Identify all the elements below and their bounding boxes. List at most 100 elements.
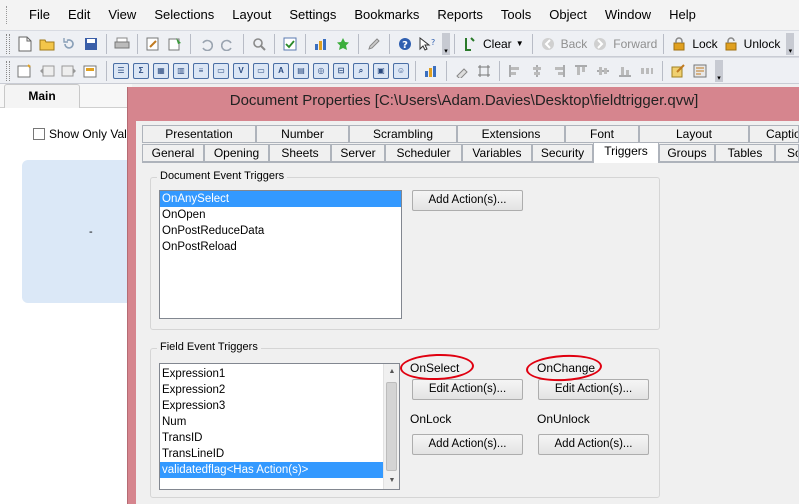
toolbar-overflow-icon[interactable]: ▾ [442, 32, 450, 55]
forward-arrow-icon[interactable] [591, 35, 609, 53]
format-painter-icon[interactable] [453, 62, 471, 80]
menu-object[interactable]: Object [540, 0, 596, 30]
context-help-icon[interactable]: ? [418, 35, 436, 53]
tab-main-sheet[interactable]: Main [4, 84, 80, 108]
menu-window[interactable]: Window [596, 0, 660, 30]
container-icon[interactable]: ▣ [373, 62, 389, 79]
on-select-edit-action-button[interactable]: Edit Action(s)... [412, 379, 523, 400]
scroll-up-icon[interactable]: ▲ [384, 364, 399, 380]
lock-button[interactable]: Lock [692, 37, 717, 51]
bookmark-object-icon[interactable]: ⊟ [333, 62, 349, 79]
tab-server[interactable]: Server [331, 144, 385, 162]
toolbar-overflow-icon[interactable]: ▾ [786, 32, 795, 55]
tab-font[interactable]: Font [565, 125, 639, 143]
redo-icon[interactable] [219, 35, 237, 53]
unlock-button[interactable]: Unlock [744, 37, 781, 51]
tab-scheduler[interactable]: Scheduler [385, 144, 462, 162]
list-item[interactable]: Expression2 [160, 382, 383, 398]
list-item[interactable]: OnOpen [160, 207, 401, 223]
toolbar-overflow-icon[interactable]: ▾ [715, 59, 723, 82]
scroll-down-icon[interactable]: ▼ [384, 473, 399, 489]
checkbox-box[interactable] [33, 128, 45, 140]
sheet-left-icon[interactable] [38, 62, 56, 80]
menu-help[interactable]: Help [660, 0, 705, 30]
chart-object-icon[interactable]: ▥ [173, 62, 189, 79]
slider-object-icon[interactable]: ◎ [313, 62, 329, 79]
list-item[interactable]: Expression3 [160, 398, 383, 414]
star-icon[interactable] [334, 35, 352, 53]
edit-pen-icon[interactable] [365, 35, 383, 53]
reload-icon[interactable] [166, 35, 184, 53]
menu-view[interactable]: View [99, 0, 145, 30]
tab-variables[interactable]: Variables [462, 144, 532, 162]
sheet-right-icon[interactable] [60, 62, 78, 80]
menu-tools[interactable]: Tools [492, 0, 540, 30]
scroll-thumb[interactable] [386, 382, 397, 471]
menu-file[interactable]: File [20, 0, 59, 30]
tab-groups[interactable]: Groups [659, 144, 715, 162]
toolbar-grip[interactable] [6, 60, 10, 81]
document-add-action-button[interactable]: Add Action(s)... [412, 190, 523, 211]
print-icon[interactable] [113, 35, 131, 53]
list-item[interactable]: OnPostReduceData [160, 223, 401, 239]
menu-edit[interactable]: Edit [59, 0, 99, 30]
button-object-icon[interactable]: ▭ [253, 62, 269, 79]
clear-dropdown-icon[interactable]: ▼ [516, 39, 524, 48]
back-button[interactable]: Back [561, 37, 588, 51]
list-item[interactable]: TransID [160, 430, 383, 446]
back-arrow-icon[interactable] [539, 35, 557, 53]
tab-caption[interactable]: Caption [749, 125, 799, 143]
list-item[interactable]: Expression1 [160, 366, 383, 382]
align-bottom-icon[interactable] [616, 62, 634, 80]
menu-bookmarks[interactable]: Bookmarks [345, 0, 428, 30]
snap-grid-icon[interactable] [475, 62, 493, 80]
edit-module-icon[interactable] [669, 62, 687, 80]
lock-icon[interactable] [670, 35, 688, 53]
menu-layout[interactable]: Layout [223, 0, 280, 30]
text-object-icon[interactable]: A [273, 62, 289, 79]
menu-reports[interactable]: Reports [428, 0, 492, 30]
undo-icon[interactable] [197, 35, 215, 53]
forward-button[interactable]: Forward [613, 37, 657, 51]
multi-box-icon[interactable]: V [233, 62, 249, 79]
data-chart-icon[interactable] [422, 62, 440, 80]
menu-settings[interactable]: Settings [280, 0, 345, 30]
list-item[interactable]: OnAnySelect [160, 191, 401, 207]
align-left-icon[interactable] [506, 62, 524, 80]
field-list-scrollbar[interactable]: ▲ ▼ [383, 364, 399, 489]
align-right-icon[interactable] [550, 62, 568, 80]
on-change-edit-action-button[interactable]: Edit Action(s)... [538, 379, 649, 400]
help-icon[interactable]: ? [396, 35, 414, 53]
align-top-icon[interactable] [572, 62, 590, 80]
clear-button[interactable]: Clear [483, 37, 512, 51]
tab-security[interactable]: Security [532, 144, 593, 162]
refresh-icon[interactable] [60, 35, 78, 53]
current-selections-icon[interactable]: ▭ [213, 62, 229, 79]
distribute-icon[interactable] [638, 62, 656, 80]
tab-sheets[interactable]: Sheets [269, 144, 331, 162]
new-document-icon[interactable] [16, 35, 34, 53]
extension-object-icon[interactable]: ☺ [393, 62, 409, 79]
align-center-icon[interactable] [528, 62, 546, 80]
on-unlock-add-action-button[interactable]: Add Action(s)... [538, 434, 649, 455]
search-icon[interactable] [250, 35, 268, 53]
new-sheet-icon[interactable] [16, 62, 34, 80]
list-item[interactable]: validatedflag<Has Action(s)> [160, 462, 383, 478]
list-item[interactable]: OnPostReload [160, 239, 401, 255]
show-only-valid-checkbox[interactable]: Show Only Valid [33, 127, 132, 141]
list-item[interactable]: Num [160, 414, 383, 430]
tab-scrambling[interactable]: Scrambling [349, 125, 457, 143]
tab-layout[interactable]: Layout [639, 125, 749, 143]
edit-script-icon[interactable] [144, 35, 162, 53]
clear-selection-icon[interactable] [461, 35, 479, 53]
list-box-icon[interactable]: ☰ [113, 62, 129, 79]
statistics-box-icon[interactable]: Σ [133, 62, 149, 79]
line-arrow-icon[interactable]: ▤ [293, 62, 309, 79]
list-item[interactable]: TransLineID [160, 446, 383, 462]
tab-number[interactable]: Number [256, 125, 349, 143]
unlock-icon[interactable] [722, 35, 740, 53]
tab-opening[interactable]: Opening [204, 144, 269, 162]
tab-sort[interactable]: Sort [775, 144, 799, 162]
on-lock-add-action-button[interactable]: Add Action(s)... [412, 434, 523, 455]
table-box-icon[interactable]: ▦ [153, 62, 169, 79]
